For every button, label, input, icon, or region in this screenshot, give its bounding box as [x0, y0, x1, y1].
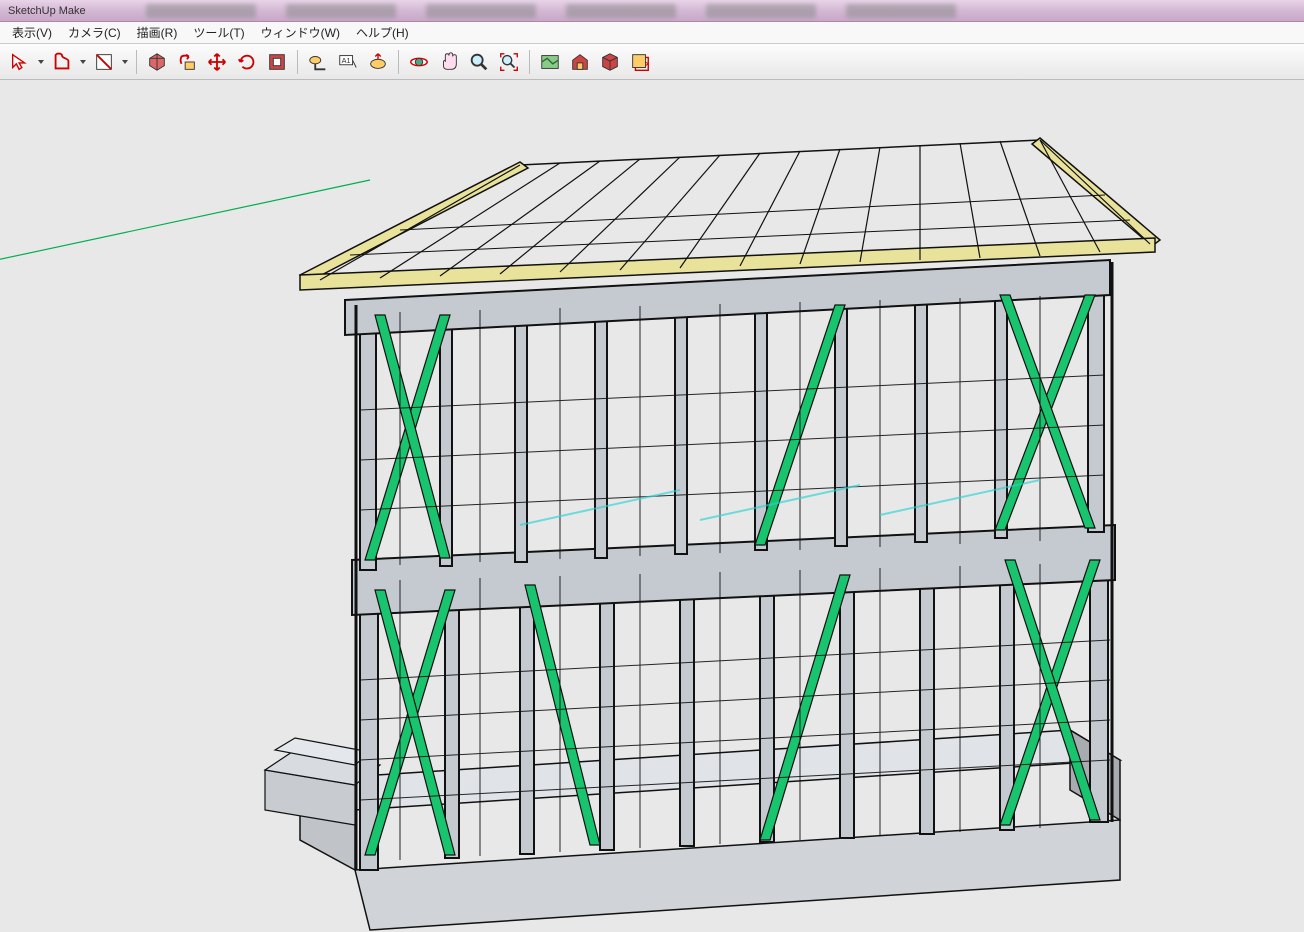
- toolbar: A1: [0, 44, 1304, 80]
- svg-text:A1: A1: [342, 55, 351, 64]
- paint-dropdown-arrow[interactable]: [120, 60, 130, 64]
- background-tabs: [146, 4, 956, 18]
- zoom-icon[interactable]: [465, 48, 493, 76]
- menu-camera[interactable]: カメラ(C): [60, 22, 129, 43]
- menu-draw[interactable]: 描画(R): [129, 22, 186, 43]
- pan-icon[interactable]: [435, 48, 463, 76]
- titlebar: SketchUp Make: [0, 0, 1304, 22]
- viewport-3d[interactable]: [0, 80, 1304, 932]
- paint-bucket-icon[interactable]: [90, 48, 118, 76]
- menu-view[interactable]: 表示(V): [4, 22, 60, 43]
- menu-tools[interactable]: ツール(T): [185, 22, 252, 43]
- components-icon[interactable]: [596, 48, 624, 76]
- orbit-icon[interactable]: [405, 48, 433, 76]
- select-dropdown-arrow[interactable]: [36, 60, 46, 64]
- scene-model: [0, 80, 1304, 932]
- app-title: SketchUp Make: [8, 5, 86, 17]
- rotate-icon[interactable]: [233, 48, 261, 76]
- protractor-icon[interactable]: [364, 48, 392, 76]
- warehouse-icon[interactable]: [566, 48, 594, 76]
- move-icon[interactable]: [203, 48, 231, 76]
- shapes-dropdown-arrow[interactable]: [78, 60, 88, 64]
- face-style-icon[interactable]: [143, 48, 171, 76]
- menu-help[interactable]: ヘルプ(H): [348, 22, 417, 43]
- zoom-extents-icon[interactable]: [495, 48, 523, 76]
- menu-window[interactable]: ウィンドウ(W): [253, 22, 348, 43]
- tape-measure-icon[interactable]: [304, 48, 332, 76]
- layers-icon[interactable]: [626, 48, 654, 76]
- scale-icon[interactable]: [263, 48, 291, 76]
- menubar: 表示(V) カメラ(C) 描画(R) ツール(T) ウィンドウ(W) ヘルプ(H…: [0, 22, 1304, 44]
- map-icon[interactable]: [536, 48, 564, 76]
- select-dropdown-icon[interactable]: [6, 48, 34, 76]
- push-pull-icon[interactable]: [173, 48, 201, 76]
- label-icon[interactable]: A1: [334, 48, 362, 76]
- shapes-icon[interactable]: [48, 48, 76, 76]
